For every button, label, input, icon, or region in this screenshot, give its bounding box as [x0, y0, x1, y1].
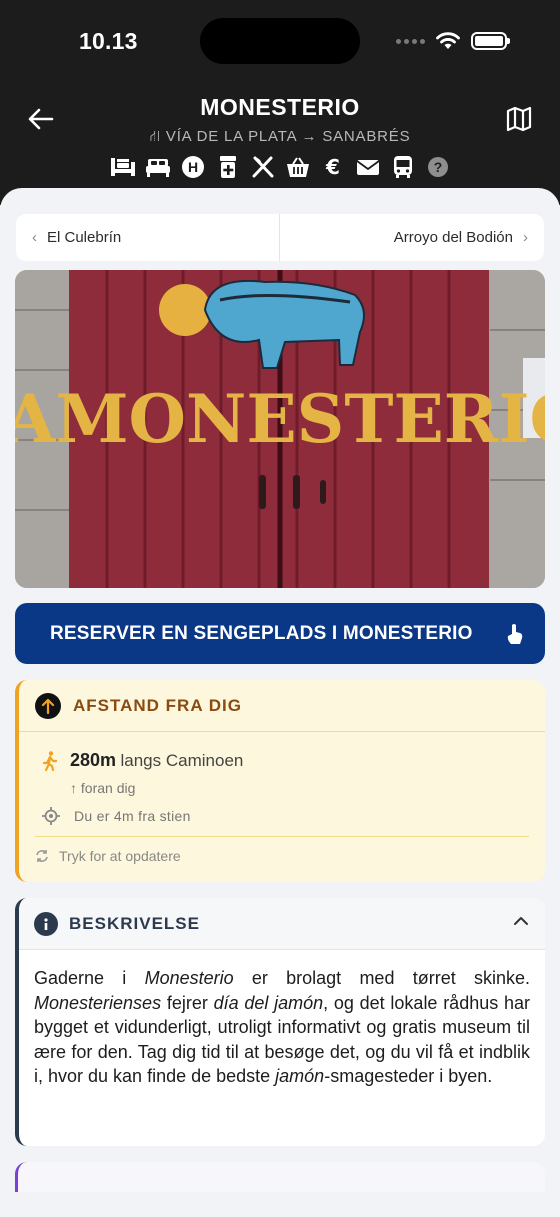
distance-card[interactable]: AFSTAND FRA DIG 280m langs Caminoen ↑ fo… [15, 680, 545, 882]
route-subtitle: ⛙ VÍA DE LA PLATA → SANABRÉS [0, 128, 560, 147]
status-indicators [396, 28, 510, 54]
euro-icon[interactable]: € [320, 154, 346, 180]
svg-text:H: H [187, 159, 197, 175]
wifi-icon [436, 32, 460, 49]
description-title: BESKRIVELSE [69, 913, 200, 933]
refresh-icon [36, 850, 48, 862]
sign-text: JAMONESTERIO [15, 380, 545, 458]
restaurant-icon[interactable] [250, 154, 276, 180]
reserve-bed-button[interactable]: RESERVER EN SENGEPLADS I MONESTERIO [15, 603, 545, 664]
off-path-label: Du er 4m fra stien [74, 808, 191, 824]
mail-icon[interactable] [355, 154, 381, 180]
distance-title: AFSTAND FRA DIG [73, 695, 242, 715]
distance-header: AFSTAND FRA DIG [19, 680, 545, 732]
chevron-left-icon: ‹ [32, 229, 37, 246]
route-label: VÍA DE LA PLATA → SANABRÉS [165, 128, 411, 145]
reserve-bed-label: RESERVER EN SENGEPLADS I MONESTERIO [50, 622, 473, 644]
status-time: 10.13 [79, 28, 138, 54]
app-header: 10.13 MONESTERIO ⛙ VÍA DE LA PLATA → SAN… [0, 0, 560, 205]
chevron-up-icon[interactable] [513, 915, 529, 927]
next-location-button[interactable]: Arroyo del Bodión › [280, 214, 544, 261]
direction-arrow-icon [35, 692, 61, 719]
info-icon [34, 911, 58, 936]
previous-location-button[interactable]: ‹ El Culebrín [16, 214, 280, 261]
battery-icon [471, 32, 510, 50]
refresh-label: Tryk for at opdatere [59, 848, 181, 864]
refresh-button[interactable]: Tryk for at opdatere [35, 848, 181, 864]
svg-text:?: ? [433, 159, 442, 175]
hostal-icon[interactable]: H [180, 154, 206, 180]
off-path-row: Du er 4m fra stien [42, 807, 191, 825]
previous-location-label: El Culebrín [47, 229, 122, 246]
description-header[interactable]: BESKRIVELSE [19, 898, 545, 950]
chevron-right-icon: › [523, 229, 528, 246]
next-section-card [15, 1162, 545, 1192]
services-icon-row: H € ? [0, 154, 560, 180]
dynamic-island [200, 18, 360, 64]
route-icon: ⛙ [149, 128, 166, 145]
pharmacy-icon[interactable] [215, 154, 241, 180]
description-card: BESKRIVELSE Gaderne i Monesterio er brol… [15, 898, 545, 1146]
description-text: Gaderne i Monesterio er brolagt med tørr… [34, 968, 530, 1087]
shop-basket-icon[interactable] [285, 154, 311, 180]
bus-icon[interactable] [390, 154, 416, 180]
distance-value: 280m [70, 750, 117, 770]
crosshair-icon [42, 807, 60, 825]
stage-navigation: ‹ El Culebrín Arroyo del Bodión › [16, 214, 544, 261]
signal-icon [396, 38, 425, 44]
page-title: MONESTERIO [200, 94, 360, 120]
walking-icon [42, 750, 58, 771]
distance-along-label: langs Caminoen [120, 751, 244, 770]
divider [35, 836, 529, 837]
direction-label: ↑ foran dig [70, 780, 136, 796]
svg-text:€: € [325, 155, 340, 179]
town-photo[interactable]: JAMONESTERIO [15, 270, 545, 588]
tap-hand-icon [507, 624, 523, 644]
next-location-label: Arroyo del Bodión [393, 229, 513, 246]
distance-row: 280m langs Caminoen [42, 750, 243, 771]
help-icon[interactable]: ? [425, 154, 451, 180]
albergue-icon[interactable] [110, 154, 136, 180]
bed-icon[interactable] [145, 154, 171, 180]
